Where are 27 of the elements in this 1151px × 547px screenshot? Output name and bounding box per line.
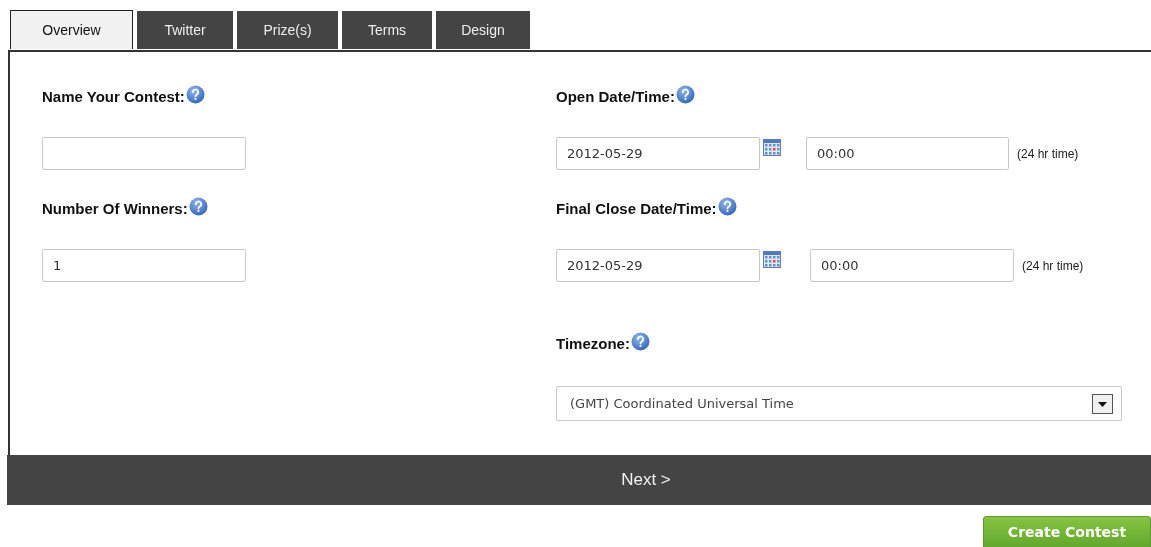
tab[interactable]: Twitter <box>137 11 233 49</box>
field-label: Name Your Contest: <box>42 88 185 106</box>
field-label: Number Of Winners: <box>42 200 188 218</box>
field-label: Open Date/Time: <box>556 88 675 106</box>
timezone-select[interactable]: (GMT) Coordinated Universal Time <box>556 386 1122 421</box>
tab[interactable]: Overview <box>10 10 133 49</box>
help-icon[interactable] <box>185 84 205 104</box>
date-field[interactable]: 2012-05-29 <box>556 137 760 170</box>
help-icon[interactable] <box>675 84 695 104</box>
calendar-icon[interactable] <box>763 251 781 268</box>
field-label: Timezone: <box>556 335 630 353</box>
time-field[interactable]: 00:00 <box>806 137 1009 170</box>
next-button[interactable]: Next > <box>613 466 679 494</box>
tab[interactable]: Terms <box>342 11 432 49</box>
help-icon[interactable] <box>630 331 650 351</box>
time-field[interactable]: 00:00 <box>810 249 1014 282</box>
text-field[interactable] <box>42 137 246 170</box>
text-field[interactable]: 1 <box>42 249 246 282</box>
field-label: Final Close Date/Time: <box>556 200 717 218</box>
help-icon[interactable] <box>717 196 737 216</box>
tab[interactable]: Design <box>436 11 530 49</box>
help-icon[interactable] <box>188 196 208 216</box>
time-format-note: (24 hr time) <box>1017 146 1079 161</box>
time-format-note: (24 hr time) <box>1022 258 1084 273</box>
tab[interactable]: Prize(s) <box>237 11 338 49</box>
date-field[interactable]: 2012-05-29 <box>556 249 760 282</box>
calendar-icon[interactable] <box>763 139 781 156</box>
